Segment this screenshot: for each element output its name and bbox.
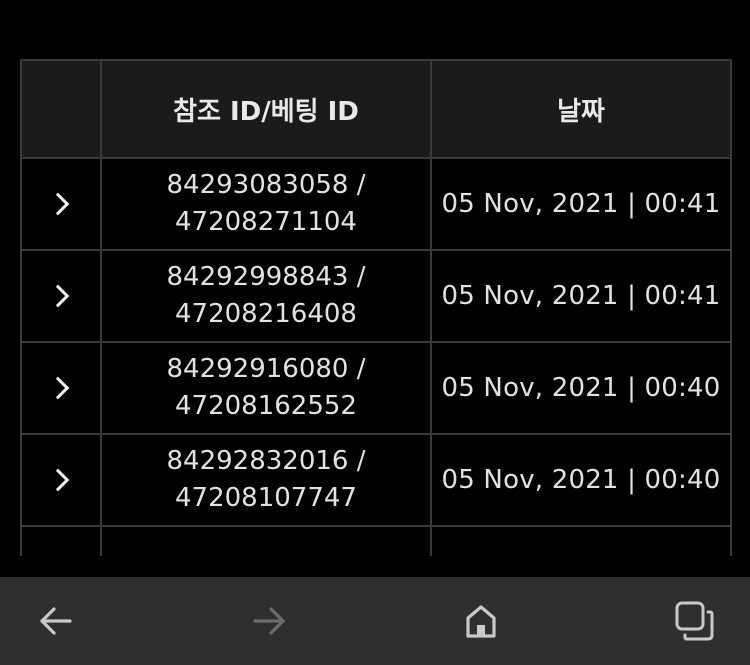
reference-cell: 84293083058 / 47208271104	[100, 157, 432, 251]
chevron-right-icon	[46, 192, 70, 215]
bet-id: 47208107747	[175, 483, 357, 513]
reference-cell: 84292916080 / 47208162552	[100, 341, 432, 435]
table-header-row: 참조 ID/베팅 ID 날짜	[20, 59, 732, 159]
table-row-partial[interactable]	[20, 525, 732, 556]
tabs-button[interactable]	[668, 595, 720, 647]
header-date: 날짜	[430, 59, 732, 159]
arrow-left-icon	[40, 607, 72, 635]
bet-id: 47208216408	[175, 299, 357, 329]
reference-id: 84292998843 /	[166, 262, 366, 292]
expand-button[interactable]	[20, 249, 102, 343]
expand-button[interactable]	[20, 433, 102, 527]
arrow-right-icon	[253, 607, 285, 635]
table-row[interactable]: 84292998843 / 47208216408 05 Nov, 2021 |…	[20, 249, 732, 343]
chevron-right-icon	[46, 468, 70, 491]
table-row[interactable]: 84292916080 / 47208162552 05 Nov, 2021 |…	[20, 341, 732, 435]
table-row[interactable]: 84292832016 / 47208107747 05 Nov, 2021 |…	[20, 433, 732, 527]
home-button[interactable]	[455, 595, 507, 647]
date-cell: 05 Nov, 2021 | 00:40	[430, 341, 732, 435]
reference-cell	[100, 525, 432, 556]
forward-button[interactable]	[243, 595, 295, 647]
reference-cell: 84292998843 / 47208216408	[100, 249, 432, 343]
reference-id: 84293083058 /	[166, 170, 366, 200]
date-cell: 05 Nov, 2021 | 00:40	[430, 433, 732, 527]
tabs-icon	[675, 601, 714, 641]
expand-button[interactable]	[20, 157, 102, 251]
bet-id: 47208271104	[175, 207, 357, 237]
chevron-right-icon	[46, 284, 70, 307]
bet-history-table: 참조 ID/베팅 ID 날짜 84293083058 / 47208271104…	[20, 59, 732, 556]
reference-id: 84292832016 /	[166, 446, 366, 476]
header-reference-id: 참조 ID/베팅 ID	[100, 59, 432, 159]
date-cell: 05 Nov, 2021 | 00:41	[430, 249, 732, 343]
chevron-right-icon	[46, 376, 70, 399]
back-button[interactable]	[30, 595, 82, 647]
bet-id: 47208162552	[175, 391, 357, 421]
date-cell: 05 Nov, 2021 | 00:41	[430, 157, 732, 251]
home-icon	[466, 605, 496, 638]
reference-id: 84292916080 /	[166, 354, 366, 384]
date-cell	[430, 525, 732, 556]
expand-button[interactable]	[20, 525, 102, 556]
page-viewport: 참조 ID/베팅 ID 날짜 84293083058 / 47208271104…	[0, 0, 750, 556]
table-row[interactable]: 84293083058 / 47208271104 05 Nov, 2021 |…	[20, 157, 732, 251]
browser-bottom-toolbar	[0, 577, 750, 665]
header-expand	[20, 59, 102, 159]
reference-cell: 84292832016 / 47208107747	[100, 433, 432, 527]
expand-button[interactable]	[20, 341, 102, 435]
